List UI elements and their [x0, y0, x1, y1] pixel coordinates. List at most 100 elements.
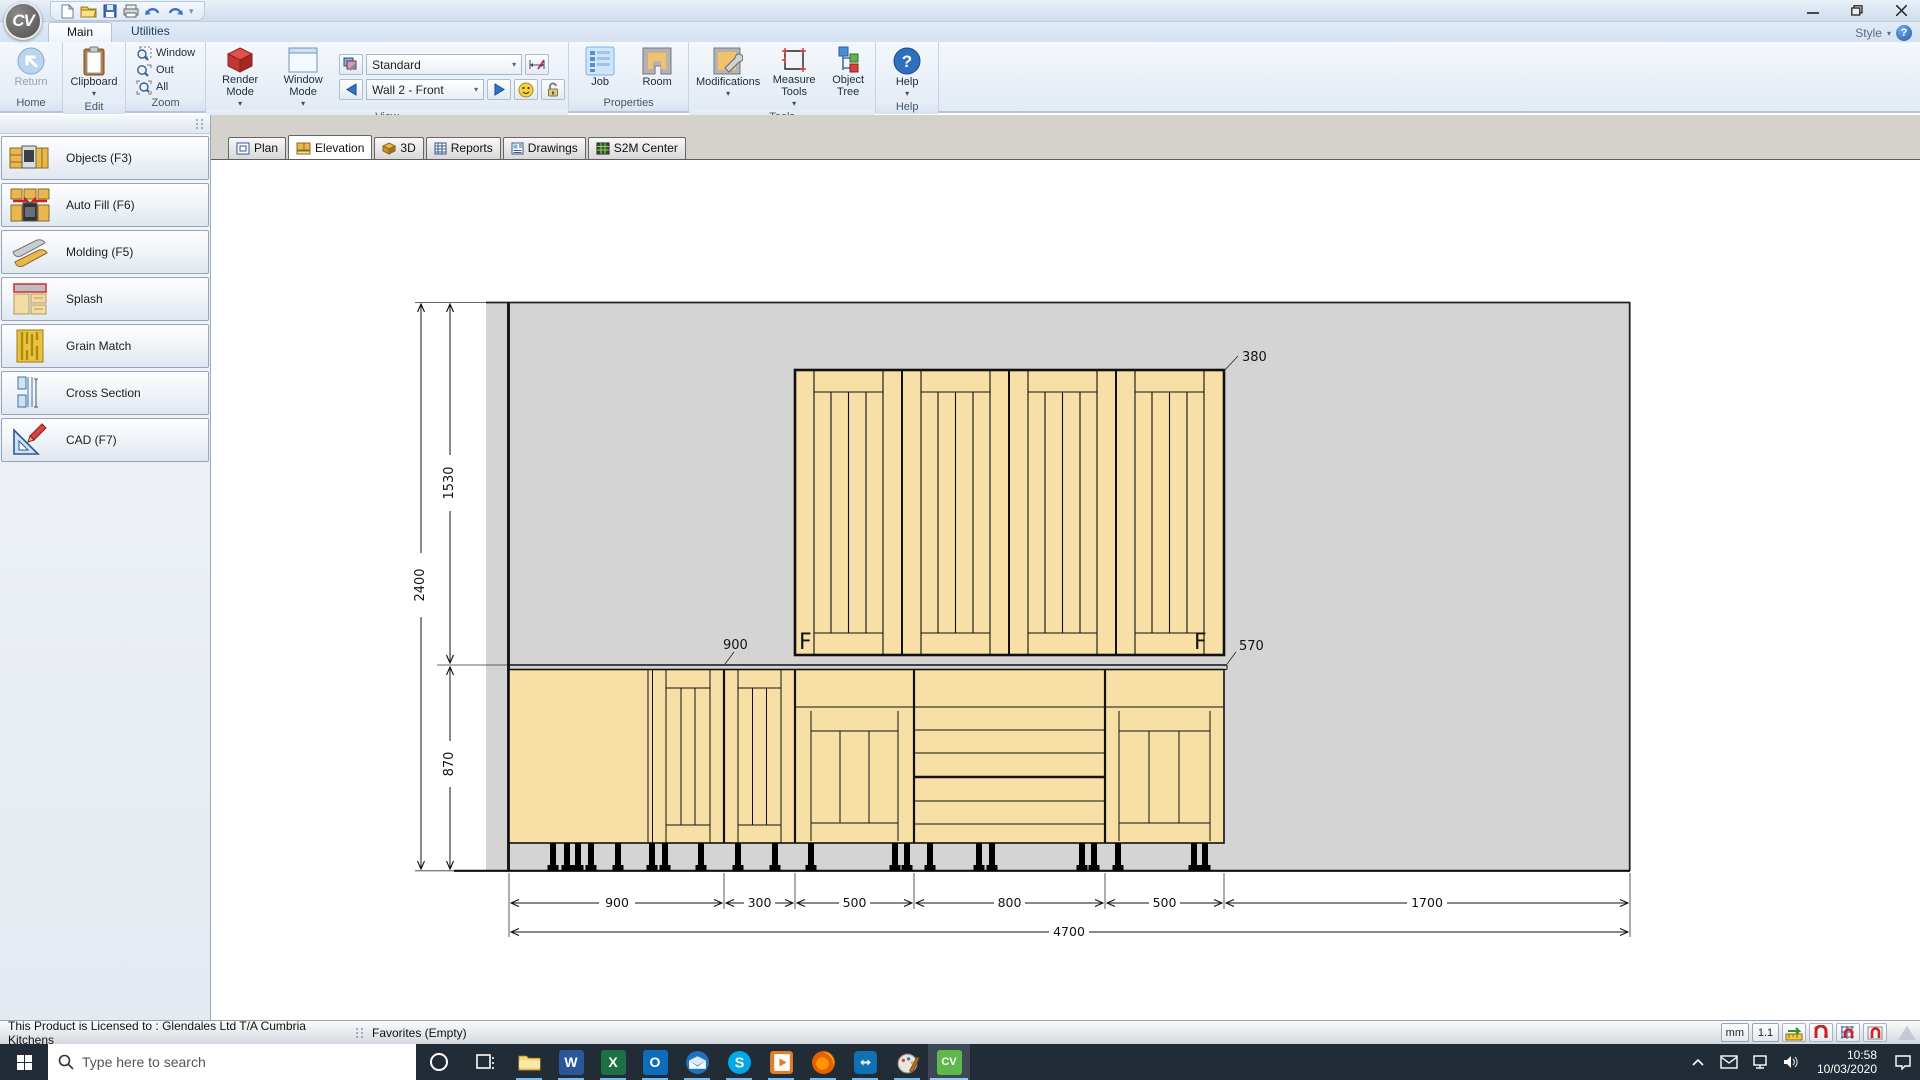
statusbar-grip[interactable] — [356, 1028, 364, 1038]
zoom-all-button[interactable]: All — [133, 80, 198, 95]
new-file-icon[interactable] — [61, 4, 74, 19]
close-button[interactable] — [1888, 1, 1914, 19]
print-icon[interactable] — [123, 4, 139, 18]
status-bar: This Product is Licensed to : Glendales … — [0, 1020, 1920, 1044]
sidebar-item-label: Objects (F3) — [66, 151, 132, 165]
tool-sidebar: Objects (F3) Auto Fill (F6) Molding (F5)… — [0, 115, 211, 1020]
cross-section-icon — [8, 375, 52, 411]
taskbar-clock[interactable]: 10:58 10/03/2020 — [1817, 1048, 1877, 1076]
tray-network-icon[interactable] — [1749, 1055, 1771, 1069]
group-edit-label: Edit — [63, 100, 125, 114]
system-tray: 10:58 10/03/2020 — [1687, 1044, 1920, 1080]
group-view: Render Mode▾ Window Mode▾ Standard▾ Wa — [206, 42, 569, 111]
action-center-icon[interactable] — [1892, 1054, 1914, 1070]
windows-logo-icon — [17, 1055, 32, 1070]
taskbar-app-firefox[interactable] — [802, 1044, 844, 1080]
resize-grip[interactable] — [1898, 1026, 1916, 1040]
sidebar-item-objects[interactable]: Objects (F3) — [1, 136, 209, 180]
taskbar-search[interactable] — [48, 1044, 416, 1080]
sidebar-item-grainmatch[interactable]: Grain Match — [1, 324, 209, 368]
ribbon-tab-main[interactable]: Main — [48, 22, 112, 42]
measure-scale-icon[interactable] — [1782, 1023, 1806, 1042]
taskbar-app-excel[interactable]: X — [592, 1044, 634, 1080]
taskbar-app-explorer[interactable] — [508, 1044, 550, 1080]
minimize-button[interactable] — [1800, 1, 1826, 19]
taskbar-app-cabinet-vision[interactable]: CV — [928, 1044, 970, 1080]
modifications-icon — [713, 46, 743, 76]
save-icon[interactable] — [103, 4, 117, 18]
zoom-out-button[interactable]: Out — [133, 63, 198, 78]
favorites-label[interactable]: Favorites (Empty) — [372, 1026, 467, 1040]
style-menu[interactable]: Style — [1855, 26, 1882, 40]
lock-icon[interactable] — [541, 79, 565, 100]
grain-match-icon — [8, 328, 52, 364]
dimension-settings-icon[interactable] — [525, 54, 549, 75]
ribbon-tab-utilities[interactable]: Utilities — [112, 21, 189, 42]
measure-tools-button[interactable]: Measure Tools▾ — [765, 44, 823, 110]
dim-seg-1: 900 — [605, 895, 629, 910]
snap-grid-icon[interactable] — [1836, 1023, 1860, 1042]
wall-select[interactable]: Wall 2 - Front▾ — [366, 79, 484, 100]
view-style-select[interactable]: Standard▾ — [366, 54, 522, 75]
measure-tools-icon — [780, 46, 808, 74]
tab-elevation[interactable]: Elevation — [288, 135, 372, 159]
taskbar-app-teamviewer[interactable] — [844, 1044, 886, 1080]
scale-button[interactable]: 1.1 — [1752, 1023, 1779, 1042]
snap-points-icon[interactable] — [1809, 1023, 1833, 1042]
cad-icon — [8, 422, 52, 458]
clipboard-button[interactable]: Clipboard ▾ — [66, 44, 122, 100]
elevation-drawing[interactable]: 2400 1530 870 — [211, 115, 1920, 1020]
sidebar-grip[interactable] — [0, 115, 210, 134]
drawing-canvas[interactable]: Plan Elevation 3D Reports Drawings S2M C… — [211, 115, 1920, 1020]
tray-volume-icon[interactable] — [1780, 1055, 1802, 1069]
help-button[interactable]: ? Help▾ — [879, 44, 935, 100]
sidebar-item-cad[interactable]: CAD (F7) — [1, 418, 209, 462]
label-worktop-left: 900 — [723, 638, 748, 653]
return-button[interactable]: Return — [3, 44, 59, 96]
taskbar-app-media-player[interactable] — [760, 1044, 802, 1080]
taskbar-app-outlook[interactable]: O — [634, 1044, 676, 1080]
room-button[interactable]: Room — [629, 44, 685, 96]
tray-chevron-icon[interactable] — [1687, 1058, 1709, 1067]
sidebar-item-crosssection[interactable]: Cross Section — [1, 371, 209, 415]
modifications-button[interactable]: Modifications▾ — [692, 44, 764, 110]
cortana-button[interactable] — [416, 1044, 462, 1080]
render-mode-button[interactable]: Render Mode▾ — [209, 44, 271, 110]
taskbar-app-skype[interactable]: S — [718, 1044, 760, 1080]
license-text: This Product is Licensed to : Glendales … — [8, 1019, 348, 1047]
clock-date: 10/03/2020 — [1817, 1062, 1877, 1076]
restore-button[interactable] — [1844, 1, 1870, 19]
open-file-icon[interactable] — [80, 4, 97, 18]
titlebar-help-icon[interactable]: ? — [1896, 25, 1912, 41]
tray-mail-icon[interactable] — [1718, 1055, 1740, 1069]
previous-wall-button[interactable] — [339, 79, 363, 100]
sidebar-item-molding[interactable]: Molding (F5) — [1, 230, 209, 274]
snap-object-icon[interactable] — [1863, 1023, 1887, 1042]
sidebar-item-splash[interactable]: Splash — [1, 277, 209, 321]
search-input[interactable] — [82, 1054, 382, 1070]
room-icon — [641, 46, 673, 76]
qat-customize-icon[interactable]: ▾ — [189, 6, 194, 17]
start-button[interactable] — [0, 1044, 48, 1080]
task-view-button[interactable] — [462, 1044, 508, 1080]
render-settings-icon[interactable] — [339, 54, 363, 75]
next-wall-button[interactable] — [487, 79, 511, 100]
redo-icon[interactable] — [167, 5, 183, 18]
zoom-window-button[interactable]: Window — [133, 46, 198, 61]
units-button[interactable]: mm — [1721, 1023, 1749, 1042]
splash-icon — [8, 282, 52, 316]
ribbon-tab-row: Main Utilities Style ▾ ? — [0, 22, 1920, 42]
group-zoom-label: Zoom — [126, 96, 205, 111]
job-button[interactable]: Job — [572, 44, 628, 96]
app-logo[interactable]: CV — [4, 2, 42, 40]
object-tree-button[interactable]: Object Tree — [824, 44, 872, 110]
sidebar-item-autofill[interactable]: Auto Fill (F6) — [1, 183, 209, 227]
taskbar-app-paint[interactable] — [886, 1044, 928, 1080]
undo-icon[interactable] — [145, 5, 161, 18]
style-caret-icon[interactable]: ▾ — [1887, 29, 1891, 38]
media-player-icon — [769, 1050, 794, 1075]
face-display-icon[interactable] — [514, 79, 538, 100]
window-mode-button[interactable]: Window Mode▾ — [272, 44, 334, 110]
taskbar-app-thunderbird[interactable] — [676, 1044, 718, 1080]
taskbar-app-word[interactable]: W — [550, 1044, 592, 1080]
